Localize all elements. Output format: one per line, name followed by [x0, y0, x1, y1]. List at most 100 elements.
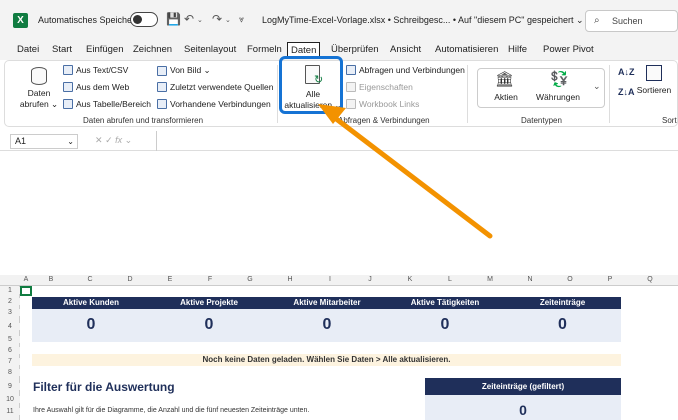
tab-einfuegen[interactable]: Einfügen [86, 44, 124, 55]
datatypes-more-icon[interactable]: ⌄ [593, 81, 601, 92]
workbook-links-button[interactable]: Workbook Links [346, 99, 419, 109]
column-header[interactable]: G [230, 276, 270, 283]
tab-ansicht[interactable]: Ansicht [390, 44, 421, 55]
from-table-button[interactable]: Aus Tabelle/Bereich [63, 99, 151, 109]
properties-button[interactable]: Eigenschaften [346, 82, 413, 92]
ribbon-separator [467, 65, 468, 123]
sort-az-icon[interactable]: A↓Z [618, 67, 635, 77]
formula-input[interactable] [156, 131, 678, 151]
undo-icon[interactable]: ↶ [184, 12, 194, 26]
tab-start[interactable]: Start [52, 44, 72, 55]
tab-datei[interactable]: Datei [17, 44, 39, 55]
kpi-value-employees: 0 [322, 316, 332, 333]
row-header[interactable]: 6 [0, 347, 20, 354]
recent-sources-icon [157, 82, 167, 92]
refresh-all-highlight [279, 56, 343, 114]
table-icon [63, 99, 73, 109]
search-icon: ⌕ [594, 15, 600, 26]
column-header[interactable]: P [590, 276, 630, 283]
currencies-icon[interactable]: 💱 [550, 70, 569, 88]
redo-dropdown-icon[interactable]: ⌄ [225, 16, 231, 24]
row-header[interactable]: 1 [0, 287, 20, 294]
document-title[interactable]: LogMyTime-Excel-Vorlage.xlsx • Schreibge… [262, 15, 584, 26]
column-header[interactable]: D [110, 276, 150, 283]
row-header[interactable]: 7 [0, 358, 20, 365]
ribbon-separator [609, 65, 610, 123]
row-header[interactable]: 10 [0, 396, 20, 403]
filter-title: Filter für die Auswertung [33, 380, 175, 394]
column-header[interactable]: M [470, 276, 510, 283]
formula-expand-icon[interactable]: ⌄ [125, 135, 133, 145]
row-header[interactable]: 5 [0, 336, 20, 343]
column-header[interactable]: N [510, 276, 550, 283]
column-header[interactable]: J [350, 276, 390, 283]
column-header[interactable]: A [20, 276, 32, 283]
column-header[interactable]: H [270, 276, 310, 283]
row-header[interactable]: 8 [0, 369, 20, 376]
redo-icon[interactable]: ↷ [212, 12, 222, 26]
tab-ueberpruefen[interactable]: Überprüfen [331, 44, 379, 55]
cancel-icon[interactable]: ✕ [95, 135, 103, 145]
column-header[interactable]: C [70, 276, 110, 283]
text-file-icon [63, 65, 73, 75]
properties-icon [346, 82, 356, 92]
group-label-queries: Abfragen & Verbindungen [338, 116, 430, 125]
name-box[interactable]: A1 ⌄ [10, 134, 78, 149]
stocks-icon[interactable]: 🏛 [495, 70, 514, 88]
sort-dialog-icon[interactable] [646, 65, 662, 81]
from-web-button[interactable]: Aus dem Web [63, 82, 129, 92]
selected-cell-a1[interactable] [20, 286, 32, 296]
column-header[interactable]: F [190, 276, 230, 283]
row-header[interactable]: 2 [0, 298, 20, 305]
undo-dropdown-icon[interactable]: ⌄ [197, 16, 203, 24]
column-header[interactable]: I [310, 276, 350, 283]
connections-icon [157, 99, 167, 109]
row-header[interactable]: 3 [0, 309, 20, 316]
get-data-label-1[interactable]: Daten [21, 88, 57, 98]
column-header[interactable]: B [32, 276, 70, 283]
confirm-icon[interactable]: ✓ [105, 135, 113, 145]
kpi-value-activities: 0 [440, 316, 450, 333]
from-text-csv-button[interactable]: Aus Text/CSV [63, 65, 128, 75]
tab-automatisieren[interactable]: Automatisieren [435, 44, 498, 55]
tab-seitenlayout[interactable]: Seitenlayout [184, 44, 236, 55]
sheet-blank-area [156, 151, 678, 273]
database-icon[interactable] [31, 67, 47, 85]
row-header[interactable]: 11 [0, 408, 20, 415]
row-headers: 1 2 3 4 5 6 7 8 9 10 11 [0, 286, 20, 420]
row-header[interactable]: 4 [0, 323, 20, 330]
tab-zeichnen[interactable]: Zeichnen [133, 44, 172, 55]
save-icon[interactable]: 💾 [166, 12, 181, 26]
tab-formeln[interactable]: Formeln [247, 44, 282, 55]
autosave-toggle[interactable] [130, 12, 158, 27]
search-box[interactable]: ⌕ Suchen [585, 10, 678, 32]
column-header[interactable]: E [150, 276, 190, 283]
stocks-label[interactable]: Aktien [489, 92, 523, 102]
tab-power-pivot[interactable]: Power Pivot [543, 44, 594, 55]
sort-label[interactable]: Sortieren [633, 85, 675, 95]
existing-connections-button[interactable]: Vorhandene Verbindungen [157, 99, 271, 109]
name-box-dropdown-icon[interactable]: ⌄ [67, 135, 74, 148]
queries-connections-button[interactable]: Abfragen und Verbindungen [346, 65, 465, 75]
get-data-label-2[interactable]: abrufen ⌄ [19, 99, 59, 110]
autosave-label: Automatisches Speichern [38, 15, 141, 25]
no-data-notice: Noch keine Daten geladen. Wählen Sie Dat… [32, 354, 621, 366]
formula-bar-icons: ✕ ✓ fx ⌄ [95, 135, 132, 146]
from-picture-button[interactable]: Von Bild ⌄ [157, 65, 211, 76]
currencies-label[interactable]: Währungen [535, 92, 581, 102]
recent-sources-button[interactable]: Zuletzt verwendete Quellen [157, 82, 273, 92]
customize-toolbar-icon[interactable]: ⩔ [239, 14, 244, 25]
column-header[interactable]: L [430, 276, 470, 283]
column-header[interactable]: Q [630, 276, 670, 283]
kpi-label-customers: Aktive Kunden [62, 298, 119, 307]
tab-hilfe[interactable]: Hilfe [508, 44, 527, 55]
filtered-entries-value: 0 [425, 395, 621, 420]
column-header[interactable]: O [550, 276, 590, 283]
row-header[interactable]: 9 [0, 383, 20, 390]
fx-icon[interactable]: fx [115, 135, 122, 145]
excel-logo-icon: X [13, 13, 28, 28]
search-placeholder: Suchen [612, 16, 643, 26]
kpi-label-activities: Aktive Tätigkeiten [410, 298, 480, 307]
kpi-values: 0 0 0 0 0 [32, 309, 621, 342]
column-header[interactable]: K [390, 276, 430, 283]
